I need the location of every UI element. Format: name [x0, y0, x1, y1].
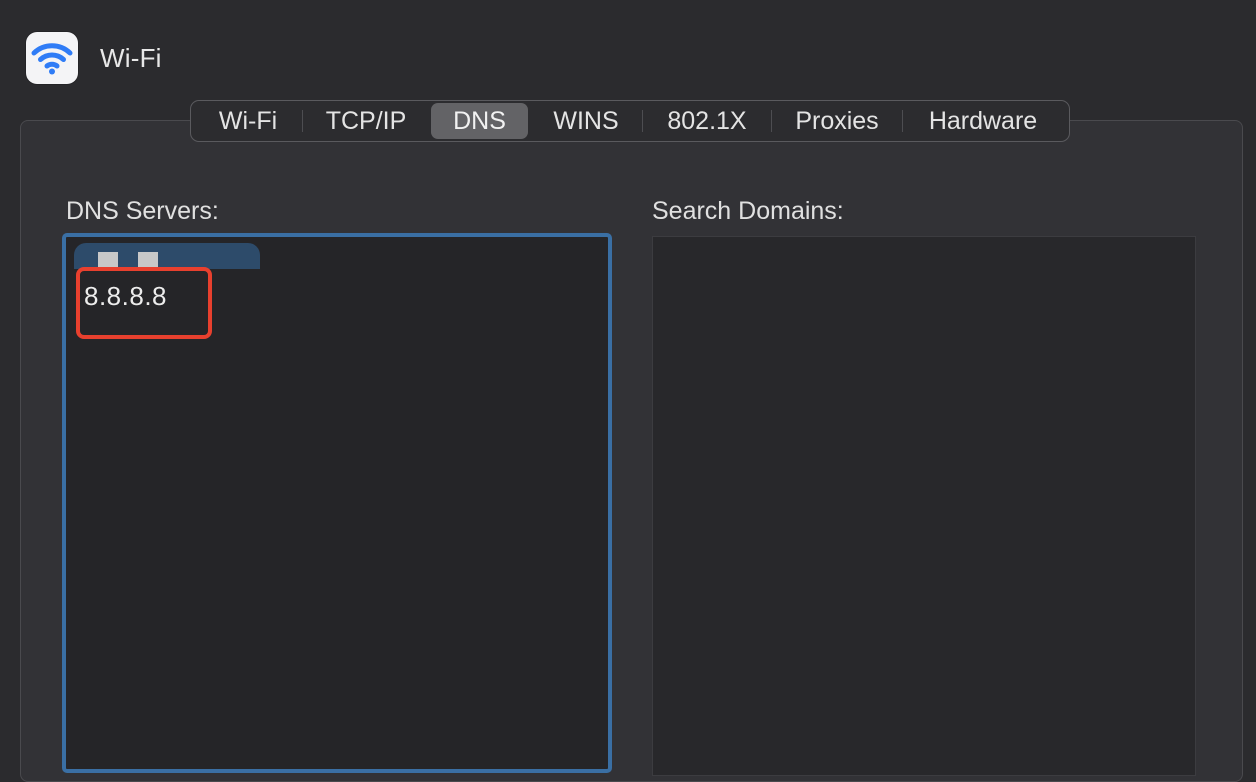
dns-servers-list[interactable]: 8.8.8.8 [62, 233, 612, 773]
search-domains-list[interactable] [652, 236, 1196, 776]
tab-8021x[interactable]: 802.1X [643, 103, 771, 139]
dns-server-entry[interactable]: 8.8.8.8 [76, 267, 212, 339]
dns-servers-label: DNS Servers: [66, 197, 219, 225]
tab-label: 802.1X [667, 106, 747, 135]
row-edit-highlight [74, 243, 260, 269]
tab-bar: Wi-Fi TCP/IP DNS WINS 802.1X Proxies Har… [190, 100, 1070, 142]
dns-server-address: 8.8.8.8 [84, 281, 168, 311]
tab-dns[interactable]: DNS [431, 103, 528, 139]
tab-label: TCP/IP [325, 106, 407, 135]
tab-label: Hardware [928, 106, 1038, 135]
tab-label: WINS [553, 106, 619, 135]
tab-proxies[interactable]: Proxies [772, 103, 902, 139]
wifi-icon [26, 32, 78, 84]
tab-tcpip[interactable]: TCP/IP [303, 103, 429, 139]
window-title: Wi-Fi [100, 42, 162, 73]
tab-wins[interactable]: WINS [530, 103, 642, 139]
tab-label: Wi-Fi [218, 106, 278, 135]
tab-hardware[interactable]: Hardware [903, 103, 1063, 139]
tab-label: DNS [453, 106, 506, 135]
window-header: Wi-Fi [26, 32, 162, 84]
tab-wifi[interactable]: Wi-Fi [194, 103, 302, 139]
search-domains-label: Search Domains: [652, 197, 844, 225]
tab-label: Proxies [795, 106, 879, 135]
